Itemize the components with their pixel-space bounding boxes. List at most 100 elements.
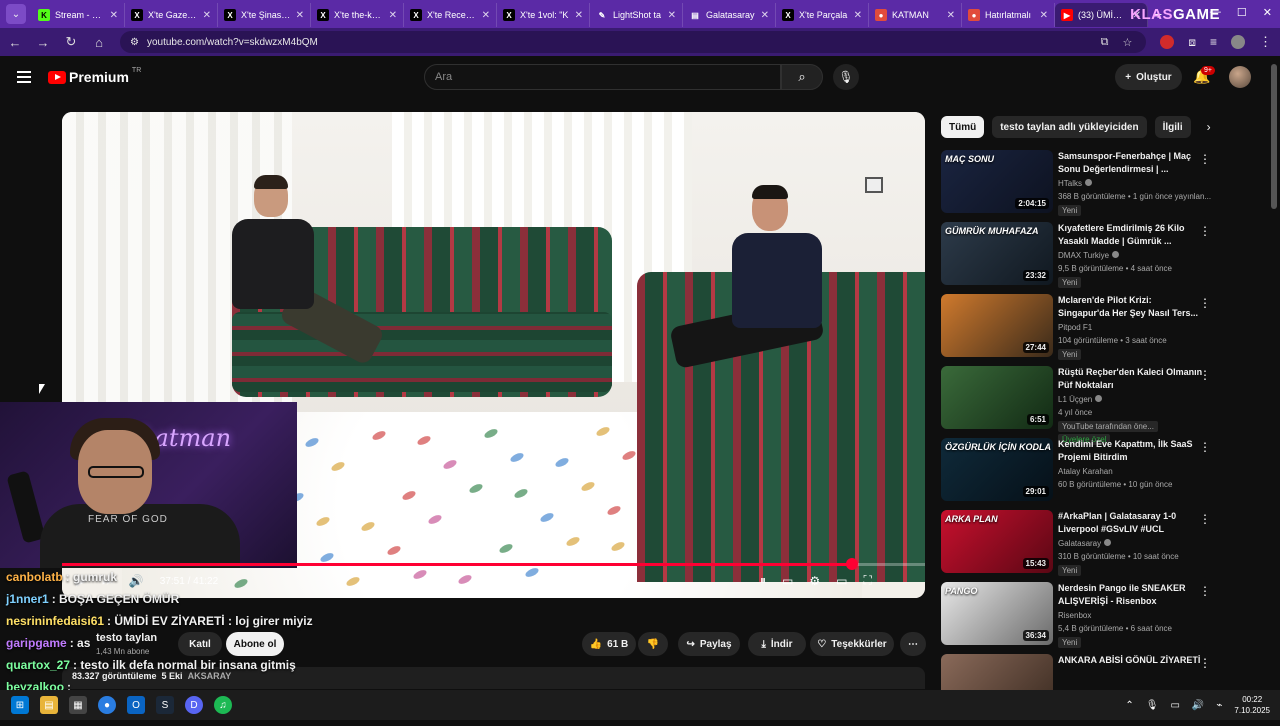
recommended-video[interactable]: ÖZGÜRLÜK İÇİN KODLA 29:01 Kendimi Eve Kapa… <box>941 438 1216 510</box>
theater-mode-icon[interactable]: ▭ <box>836 574 847 588</box>
media-controls-icon[interactable]: ≡ <box>1210 35 1217 49</box>
microphone-tray-icon[interactable]: 🎙 <box>1146 700 1159 711</box>
more-options-icon[interactable]: ⋮ <box>1199 512 1211 526</box>
minimize-icon[interactable]: — <box>1210 6 1221 19</box>
recommended-video[interactable]: GÜMRÜK MUHAFAZA 23:32 Kıyafetlere Emdirilm… <box>941 222 1216 294</box>
browser-tab[interactable]: X X'te Parçala ✕ <box>776 3 869 27</box>
microphone-icon[interactable]: 🎙 <box>833 64 859 90</box>
video-title[interactable]: Rüştü Reçber'den Kaleci Olmanın Püf Nokt… <box>1058 366 1203 392</box>
video-channel[interactable]: DMAX Turkiye <box>1058 251 1120 260</box>
tab-close-icon[interactable]: ✕ <box>854 10 862 21</box>
steam-icon[interactable]: S <box>156 696 174 714</box>
video-channel[interactable]: Pitpod F1 <box>1058 323 1092 332</box>
more-options-icon[interactable]: ⋮ <box>1199 656 1211 670</box>
spotify-icon[interactable]: ♫ <box>214 696 232 714</box>
extensions-puzzle-icon[interactable]: ⧈ <box>1188 35 1196 50</box>
video-thumbnail[interactable]: MAÇ SONU 2:04:15 <box>941 150 1053 213</box>
page-scrollbar[interactable] <box>1271 64 1277 209</box>
thanks-button[interactable]: ♡ Teşekkürler <box>810 632 894 656</box>
browser-tab[interactable]: K Stream - Kick ✕ <box>32 3 125 27</box>
tab-close-icon[interactable]: ✕ <box>203 10 211 21</box>
tab-close-icon[interactable]: ✕ <box>1040 10 1048 21</box>
chat-username[interactable]: nesrininfedaisi61 <box>6 614 104 628</box>
tab-close-icon[interactable]: ✕ <box>110 10 118 21</box>
recommended-video[interactable]: PANGO 36:34 Nerdesin Pango ile SNEAKER ALI… <box>941 582 1216 654</box>
tab-close-icon[interactable]: ✕ <box>761 10 769 21</box>
browser-tab[interactable]: ● Hatırlatmalı ✕ <box>962 3 1055 27</box>
bookmark-star-icon[interactable]: ☆ <box>1122 36 1132 49</box>
video-channel[interactable]: Atalay Karahan <box>1058 467 1113 476</box>
calculator-icon[interactable]: ▦ <box>69 696 87 714</box>
more-options-icon[interactable]: ⋮ <box>1199 440 1211 454</box>
tab-close-icon[interactable]: ✕ <box>668 10 676 21</box>
recommended-video[interactable]: ARKA PLAN 15:43 #ArkaPlan | Galatasaray 1-… <box>941 510 1216 582</box>
more-options-icon[interactable]: ⋮ <box>1199 152 1211 166</box>
filter-chip[interactable]: testo taylan adlı yükleyiciden <box>992 116 1147 138</box>
site-info-icon[interactable]: ⚙ <box>130 37 139 48</box>
volume-tray-icon[interactable]: 🔊 <box>1192 700 1204 711</box>
video-channel[interactable]: Risenbox <box>1058 611 1091 620</box>
search-icon[interactable]: ⌕ <box>781 64 823 90</box>
chevron-right-icon[interactable]: › <box>1207 120 1211 134</box>
search-input[interactable]: Ara <box>424 64 781 90</box>
autoplay-toggle[interactable]: ⏸ <box>760 573 766 588</box>
settings-gear-icon[interactable]: ⚙ <box>809 574 820 588</box>
video-title[interactable]: Samsunspor-Fenerbahçe | Maç Sonu Değerle… <box>1058 150 1203 176</box>
browser-tab[interactable]: X X'te the-kego ✕ <box>311 3 404 27</box>
more-actions-button[interactable]: ⋯ <box>900 632 926 656</box>
video-thumbnail[interactable]: 27:44 <box>941 294 1053 357</box>
install-app-icon[interactable]: ⧉ <box>1101 36 1109 49</box>
video-thumbnail[interactable]: GÜMRÜK MUHAFAZA 23:32 <box>941 222 1053 285</box>
tab-close-icon[interactable]: ✕ <box>575 10 583 21</box>
more-options-icon[interactable]: ⋮ <box>1199 368 1211 382</box>
tab-close-icon[interactable]: ✕ <box>389 10 397 21</box>
video-thumbnail[interactable]: 6:51 <box>941 366 1053 429</box>
video-title[interactable]: ANKARA ABİSİ GÖNÜL ZİYARETİ <box>1058 654 1203 667</box>
url-input[interactable]: ⚙ youtube.com/watch?v=skdwzxM4bQM ⧉ ☆ <box>120 31 1147 53</box>
more-options-icon[interactable]: ⋮ <box>1199 224 1211 238</box>
more-options-icon[interactable]: ⋮ <box>1199 296 1211 310</box>
video-title[interactable]: #ArkaPlan | Galatasaray 1-0 Liverpool #G… <box>1058 510 1203 536</box>
video-thumbnail[interactable]: ARKA PLAN 15:43 <box>941 510 1053 573</box>
filter-chip[interactable]: Tümü <box>941 116 985 138</box>
more-options-icon[interactable]: ⋮ <box>1199 584 1211 598</box>
outlook-icon[interactable]: O <box>127 696 145 714</box>
network-icon[interactable]: ⌁ <box>1216 700 1222 711</box>
profile-avatar[interactable] <box>1231 35 1245 49</box>
share-button[interactable]: ↪ Paylaş <box>678 632 740 656</box>
discord-icon[interactable]: D <box>185 696 203 714</box>
tab-search-button[interactable]: ⌄ <box>6 4 26 24</box>
chat-username[interactable]: canbolatb <box>6 570 63 584</box>
chrome-icon[interactable]: ● <box>98 696 116 714</box>
menu-icon[interactable] <box>17 71 31 86</box>
back-icon[interactable]: ← <box>8 35 22 50</box>
video-channel[interactable]: L1 Üçgen <box>1058 395 1103 404</box>
browser-menu-icon[interactable]: ⋮ <box>1259 34 1272 50</box>
recommended-video[interactable]: 27:44 Mclaren'de Pilot Krizi: Singapur'da… <box>941 294 1216 366</box>
browser-tab[interactable]: ● KATMAN ✕ <box>869 3 962 27</box>
video-title[interactable]: Nerdesin Pango ile SNEAKER ALIŞVERİŞİ - … <box>1058 582 1203 608</box>
tab-close-icon[interactable]: ✕ <box>296 10 304 21</box>
maximize-icon[interactable]: ☐ <box>1237 6 1247 19</box>
close-icon[interactable]: ✕ <box>1263 6 1272 19</box>
browser-tab[interactable]: ▤ Galatasaray ✕ <box>683 3 776 27</box>
dislike-button[interactable]: 👎 <box>638 632 668 656</box>
account-avatar[interactable] <box>1229 66 1251 88</box>
recommended-video[interactable]: MAÇ SONU 2:04:15 Samsunspor-Fenerbahçe | M… <box>941 150 1216 222</box>
subtitles-icon[interactable]: ▭ <box>782 574 793 588</box>
taskbar-clock[interactable]: 00:22 7.10.2025 <box>1234 694 1270 716</box>
video-title[interactable]: Kıyafetlere Emdirilmiş 26 Kilo Yasaklı M… <box>1058 222 1203 248</box>
tab-close-icon[interactable]: ✕ <box>947 10 955 21</box>
fullscreen-icon[interactable]: ⛶ <box>863 573 871 588</box>
video-thumbnail[interactable]: PANGO 36:34 <box>941 582 1053 645</box>
home-icon[interactable]: ⌂ <box>92 35 106 50</box>
like-button[interactable]: 👍 61 B <box>582 632 636 656</box>
browser-tab[interactable]: X X'te Recep M ✕ <box>404 3 497 27</box>
reload-icon[interactable]: ↻ <box>64 34 78 50</box>
file-explorer-icon[interactable]: ▤ <box>40 696 58 714</box>
browser-tab[interactable]: ✎ LightShot ta ✕ <box>590 3 683 27</box>
create-button[interactable]: + Oluştur <box>1115 64 1182 90</box>
video-title[interactable]: Kendimi Eve Kapattım, İlk SaaS Projemi B… <box>1058 438 1203 464</box>
download-button[interactable]: ⤓ İndir <box>748 632 806 656</box>
video-channel[interactable]: HTalks <box>1058 179 1093 188</box>
